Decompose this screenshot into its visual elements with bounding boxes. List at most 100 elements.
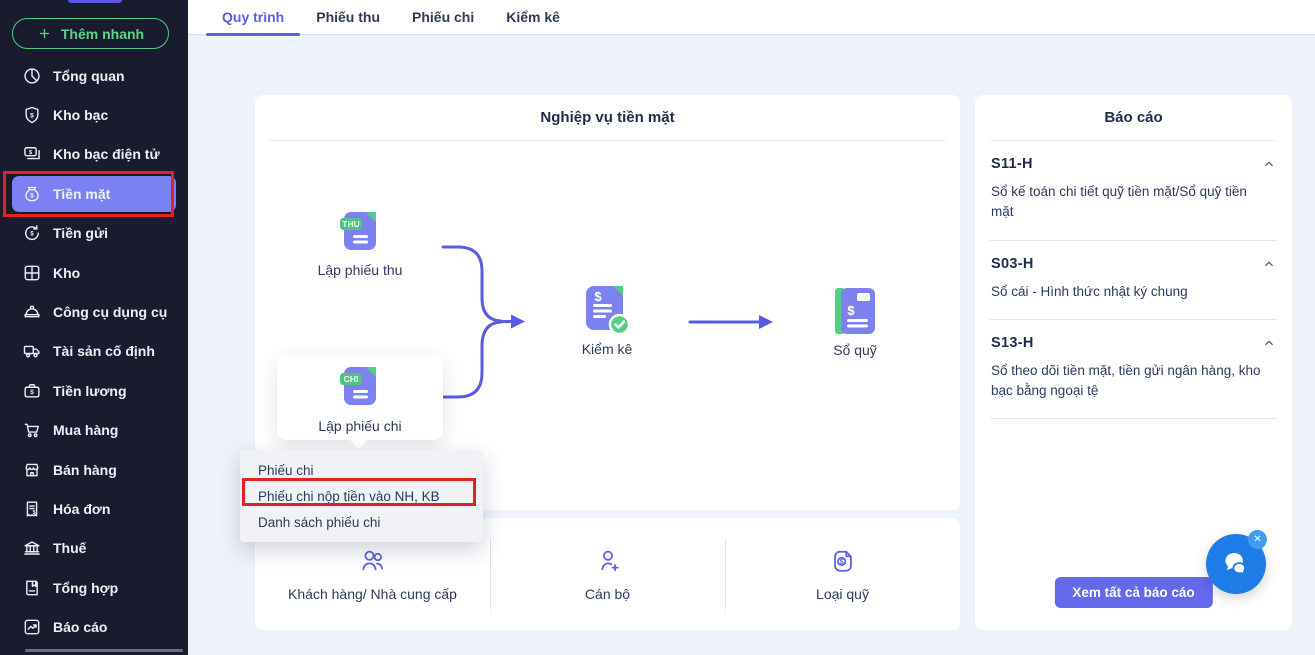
- sidebar-item-label: Tiền lương: [53, 382, 127, 399]
- quick-link-label: Loại quỹ: [816, 586, 869, 602]
- sidebar-item-label: Hóa đơn: [53, 500, 111, 517]
- plus-icon: [37, 26, 52, 41]
- svg-text:$: $: [29, 150, 33, 156]
- quick-add-label: Thêm nhanh: [60, 25, 145, 42]
- quick-link-label: Khách hàng/ Nhà cung cấp: [288, 586, 457, 602]
- report-item-S03-H[interactable]: S03-H Sổ cái - Hình thức nhật ký chung: [990, 241, 1277, 320]
- flow-node-kiem-ke[interactable]: $ Kiểm kê: [547, 283, 667, 357]
- sidebar-item-label: Báo cáo: [53, 619, 108, 636]
- report-code: S03-H: [991, 255, 1034, 272]
- flow-node-label: Sổ quỹ: [833, 342, 877, 358]
- svg-text:CHI: CHI: [344, 374, 359, 384]
- sidebar-item-14[interactable]: Báo cáo: [0, 607, 188, 646]
- reports-list: S11-H Sổ kế toán chi tiết quỹ tiền mặt/S…: [975, 141, 1292, 420]
- reports-title: Báo cáo: [1104, 109, 1163, 126]
- sidebar-item-5[interactable]: Kho: [0, 253, 188, 292]
- briefcase-dollar-icon: $: [22, 381, 42, 401]
- inventory-check-icon: $: [586, 286, 631, 336]
- sidebar-item-13[interactable]: Tổng hợp: [0, 568, 188, 607]
- quick-link-label: Cán bộ: [584, 586, 631, 602]
- flow-node-label: Kiểm kê: [581, 341, 633, 357]
- sidebar-item-8[interactable]: $ Tiền lương: [0, 371, 188, 410]
- phieu-chi-dropdown-menu: Phiếu chi Phiếu chi nộp tiền vào NH, KB Da…: [240, 450, 483, 542]
- sidebar-item-label: Tổng quan: [53, 67, 125, 84]
- chi-document-icon: CHI: [340, 367, 376, 405]
- svg-text:$: $: [594, 289, 602, 304]
- report-description: Sổ cái - Hình thức nhật ký chung: [991, 283, 1188, 299]
- sidebar-item-7[interactable]: Tài sản cố định: [0, 332, 188, 371]
- sidebar-item-label: Kho bạc điện tử: [53, 146, 160, 163]
- tab-bar: Quy trình Phiếu thu Phiếu chi Kiểm kê: [188, 0, 1315, 36]
- flow-node-lap-phieu-thu[interactable]: THU Lập phiếu thu: [280, 209, 440, 278]
- hard-hat-icon: [22, 302, 42, 322]
- chevron-up-icon[interactable]: [1262, 157, 1276, 171]
- svg-text:$: $: [33, 510, 36, 516]
- storefront-icon: [22, 460, 42, 480]
- tab-3[interactable]: Kiểm kê: [490, 0, 576, 34]
- sidebar-item-label: Kho bạc: [53, 107, 109, 124]
- app-window: Thêm nhanh Tổng quan $ Kho bạc $ Kho bạc…: [0, 0, 1315, 655]
- receipt-dollar-icon: $: [22, 499, 42, 519]
- ledger-book-icon: [22, 578, 42, 598]
- report-item-S13-H[interactable]: S13-H Sổ theo dõi tiền mặt, tiền gửi ngâ…: [990, 320, 1277, 420]
- svg-text:THU: THU: [342, 219, 359, 229]
- thu-document-icon: THU: [340, 212, 376, 250]
- report-code: S13-H: [991, 334, 1034, 351]
- report-code: S11-H: [991, 156, 1033, 172]
- sidebar-item-4[interactable]: $ Tiền gửi: [0, 214, 188, 253]
- cash-pouch-icon: $: [22, 184, 42, 204]
- sidebar-item-label: Mua hàng: [53, 422, 119, 439]
- sidebar: Thêm nhanh Tổng quan $ Kho bạc $ Kho bạc…: [0, 0, 188, 655]
- sidebar-item-9[interactable]: Mua hàng: [0, 411, 188, 450]
- user-plus-icon: [593, 546, 623, 576]
- refresh-dollar-icon: $: [22, 223, 42, 243]
- fund-doc-icon: $: [828, 546, 858, 576]
- sidebar-item-label: Bán hàng: [53, 461, 117, 478]
- chevron-up-icon[interactable]: [1262, 257, 1276, 271]
- sidebar-item-2[interactable]: $ Kho bạc điện tử: [0, 135, 188, 174]
- sidebar-item-6[interactable]: Công cụ dụng cụ: [0, 292, 188, 331]
- flow-node-so-quy[interactable]: $ Sổ quỹ: [800, 286, 910, 358]
- truck-icon: [22, 341, 42, 361]
- bank-icon: [22, 538, 42, 558]
- sidebar-item-label: Tài sản cố định: [53, 343, 155, 360]
- sidebar-item-11[interactable]: $ Hóa đơn: [0, 489, 188, 528]
- quick-add-button[interactable]: Thêm nhanh: [12, 18, 169, 49]
- flow-node-lap-phieu-chi[interactable]: CHI Lập phiếu chi: [277, 355, 443, 440]
- cash-book-icon: $: [835, 288, 875, 334]
- report-description: Sổ theo dõi tiền mặt, tiền gửi ngân hàng…: [991, 362, 1261, 398]
- svg-text:$: $: [30, 389, 34, 396]
- quick-link-2[interactable]: $ Loại quỹ: [725, 518, 960, 630]
- sidebar-item-3[interactable]: $ Tiền mặt: [12, 175, 176, 212]
- dropdown-menu-item-0[interactable]: Phiếu chi: [240, 457, 483, 483]
- sidebar-scroll-remnant: [68, 0, 122, 3]
- svg-text:$: $: [30, 231, 34, 238]
- card-dollar-icon: $: [22, 144, 42, 164]
- chevron-up-icon[interactable]: [1262, 336, 1276, 350]
- dropdown-menu-item-1[interactable]: Phiếu chi nộp tiền vào NH, KB: [240, 483, 483, 509]
- close-icon: ✕: [1253, 534, 1262, 545]
- flow-node-label: Lập phiếu thu: [317, 262, 403, 278]
- sidebar-item-label: Tiền mặt: [53, 185, 111, 202]
- sidebar-item-label: Tổng hợp: [53, 579, 119, 596]
- report-item-S11-H[interactable]: S11-H Sổ kế toán chi tiết quỹ tiền mặt/S…: [990, 141, 1277, 241]
- report-description: Sổ kế toán chi tiết quỹ tiền mặt/Sổ quỹ …: [991, 184, 1247, 220]
- sidebar-item-10[interactable]: Bán hàng: [0, 450, 188, 489]
- sidebar-scrollbar[interactable]: [25, 649, 183, 652]
- dropdown-menu-item-2[interactable]: Danh sách phiếu chi: [240, 509, 483, 535]
- tab-2[interactable]: Phiếu chi: [396, 0, 490, 34]
- view-all-reports-button[interactable]: Xem tất cả báo cáo: [1054, 577, 1213, 608]
- sidebar-item-label: Thuế: [53, 540, 87, 557]
- shield-dollar-icon: $: [22, 105, 42, 125]
- chart-report-icon: [22, 617, 42, 637]
- sidebar-item-1[interactable]: $ Kho bạc: [0, 95, 188, 134]
- sidebar-menu: Tổng quan $ Kho bạc $ Kho bạc điện tử $ …: [0, 56, 188, 647]
- sidebar-item-12[interactable]: Thuế: [0, 529, 188, 568]
- chat-close-badge[interactable]: ✕: [1248, 530, 1267, 549]
- quick-link-1[interactable]: Cán bộ: [490, 518, 725, 630]
- svg-text:$: $: [839, 559, 843, 566]
- box-grid-icon: [22, 263, 42, 283]
- tab-0[interactable]: Quy trình: [206, 0, 301, 36]
- sidebar-item-0[interactable]: Tổng quan: [0, 56, 188, 95]
- tab-1[interactable]: Phiếu thu: [300, 0, 396, 34]
